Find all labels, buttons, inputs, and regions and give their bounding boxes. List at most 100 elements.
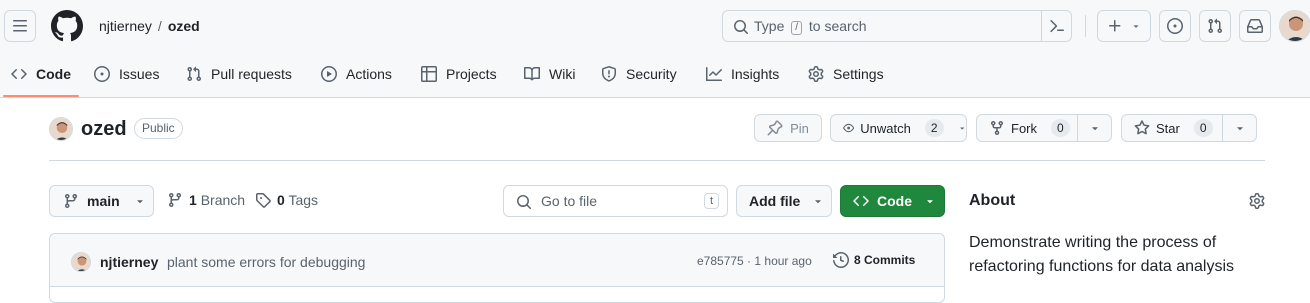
breadcrumb-repo[interactable]: ozed — [168, 18, 200, 34]
fork-button[interactable]: Fork 0 — [976, 114, 1112, 142]
commit-message[interactable]: plant some errors for debugging — [167, 254, 365, 270]
commit-author[interactable]: njtierney — [100, 254, 158, 270]
breadcrumb-owner[interactable]: njtierney — [99, 18, 152, 34]
user-avatar[interactable] — [1279, 10, 1310, 42]
branches-link[interactable]: 1 Branch — [167, 192, 245, 208]
book-icon — [524, 66, 540, 81]
tab-code[interactable]: Code — [11, 56, 71, 92]
star-label: Star — [1156, 120, 1180, 136]
breadcrumb-separator: / — [157, 18, 162, 34]
create-new-button[interactable] — [1097, 10, 1151, 42]
code-button-label: Code — [877, 193, 912, 209]
branch-count: 1 — [189, 192, 197, 208]
go-to-file-placeholder: Go to file — [541, 193, 598, 209]
fork-icon — [991, 121, 1003, 136]
avatar-image — [1280, 11, 1310, 41]
tab-wiki-label: Wiki — [549, 66, 576, 82]
eye-icon — [843, 123, 855, 133]
fork-label: Fork — [1011, 120, 1037, 136]
tab-code-label: Code — [36, 66, 71, 82]
github-logo-icon[interactable] — [51, 10, 83, 42]
top-bar: njtierney / ozed Type / to search — [0, 0, 1310, 52]
triangle-down-icon — [927, 200, 933, 204]
branch-selector[interactable]: main — [49, 185, 154, 217]
go-to-file-input[interactable]: Go to file t — [503, 185, 728, 217]
command-palette-icon — [1049, 19, 1064, 33]
tags-link[interactable]: 0 Tags — [255, 192, 318, 208]
tab-projects[interactable]: Projects — [421, 56, 497, 92]
unwatch-label: Unwatch — [860, 120, 911, 136]
search-icon — [517, 195, 532, 210]
add-file-label: Add file — [749, 193, 801, 209]
gear-icon[interactable] — [1249, 193, 1265, 209]
header-divider-line — [49, 160, 1265, 161]
latest-commit-row: njtierney plant some errors for debuggin… — [50, 234, 944, 287]
search-placeholder-before: Type — [754, 18, 785, 34]
avatar-image — [72, 253, 90, 271]
tab-pull-requests-label: Pull requests — [211, 66, 292, 82]
your-issues-button[interactable] — [1159, 10, 1191, 42]
header-divider — [1085, 15, 1086, 37]
fork-dropdown-button[interactable] — [1077, 115, 1111, 141]
tag-count: 0 — [277, 192, 285, 208]
notifications-button[interactable] — [1239, 10, 1271, 42]
tab-wiki[interactable]: Wiki — [524, 56, 575, 92]
tab-actions[interactable]: Actions — [321, 56, 392, 92]
star-count: 0 — [1193, 119, 1213, 137]
tab-pull-requests[interactable]: Pull requests — [186, 56, 292, 92]
branch-icon — [168, 193, 181, 208]
unwatch-button[interactable]: Unwatch 2 — [830, 114, 967, 142]
tab-insights[interactable]: Insights — [706, 56, 779, 92]
search-placeholder: Type / to search — [754, 18, 867, 35]
plus-icon — [1109, 20, 1121, 32]
tag-icon — [256, 193, 271, 208]
search-placeholder-after: to search — [808, 18, 867, 34]
about-heading: About — [969, 192, 1016, 209]
gear-icon — [808, 66, 824, 82]
avatar-image — [50, 118, 72, 140]
play-icon — [321, 66, 337, 82]
triangle-down-icon — [136, 200, 143, 204]
file-browser: njtierney plant some errors for debuggin… — [49, 233, 945, 303]
add-file-button[interactable]: Add file — [736, 185, 832, 217]
commits-count-label: 8 Commits — [854, 253, 916, 267]
menu-button[interactable] — [4, 10, 36, 42]
pin-icon — [767, 120, 783, 136]
repo-title[interactable]: ozed — [81, 116, 127, 142]
tab-actions-label: Actions — [346, 66, 392, 82]
commit-author-avatar[interactable] — [71, 252, 91, 272]
commits-history-link[interactable]: 8 Commits — [833, 252, 915, 268]
branch-icon — [64, 194, 77, 209]
branch-name: main — [87, 193, 120, 209]
table-icon — [421, 66, 437, 82]
global-header: njtierney / ozed Type / to search Code I… — [0, 0, 1310, 98]
star-button[interactable]: Star 0 — [1121, 114, 1257, 142]
about-description: Demonstrate writing the process of refac… — [969, 234, 1235, 275]
issue-icon — [1167, 18, 1183, 34]
tab-security[interactable]: Security — [601, 56, 677, 92]
tab-settings[interactable]: Settings — [808, 56, 884, 92]
inbox-icon — [1247, 19, 1263, 33]
tab-issues-label: Issues — [119, 66, 160, 82]
commit-meta[interactable]: e785775 · 1 hour ago — [697, 254, 812, 268]
tags-text: 0 Tags — [277, 192, 318, 208]
triangle-down-icon — [1133, 25, 1139, 28]
search-input[interactable]: Type / to search — [722, 10, 1072, 42]
graph-icon — [706, 67, 722, 81]
your-pull-requests-button[interactable] — [1199, 10, 1231, 42]
search-shortcut-key: / — [791, 21, 803, 35]
repo-owner-avatar[interactable] — [49, 117, 73, 141]
pull-request-icon — [187, 66, 202, 82]
code-button[interactable]: Code — [840, 185, 945, 217]
code-icon — [11, 68, 27, 80]
branch-word: Branch — [200, 192, 246, 208]
fork-count: 0 — [1051, 119, 1070, 137]
command-palette-button[interactable] — [1041, 11, 1071, 41]
star-dropdown-button[interactable] — [1222, 115, 1256, 141]
pin-button[interactable]: Pin — [754, 114, 822, 142]
shield-icon — [602, 66, 616, 82]
tab-issues[interactable]: Issues — [94, 56, 159, 92]
triangle-down-icon — [815, 200, 822, 204]
tab-insights-label: Insights — [731, 66, 780, 82]
breadcrumb: njtierney / ozed — [99, 17, 200, 35]
